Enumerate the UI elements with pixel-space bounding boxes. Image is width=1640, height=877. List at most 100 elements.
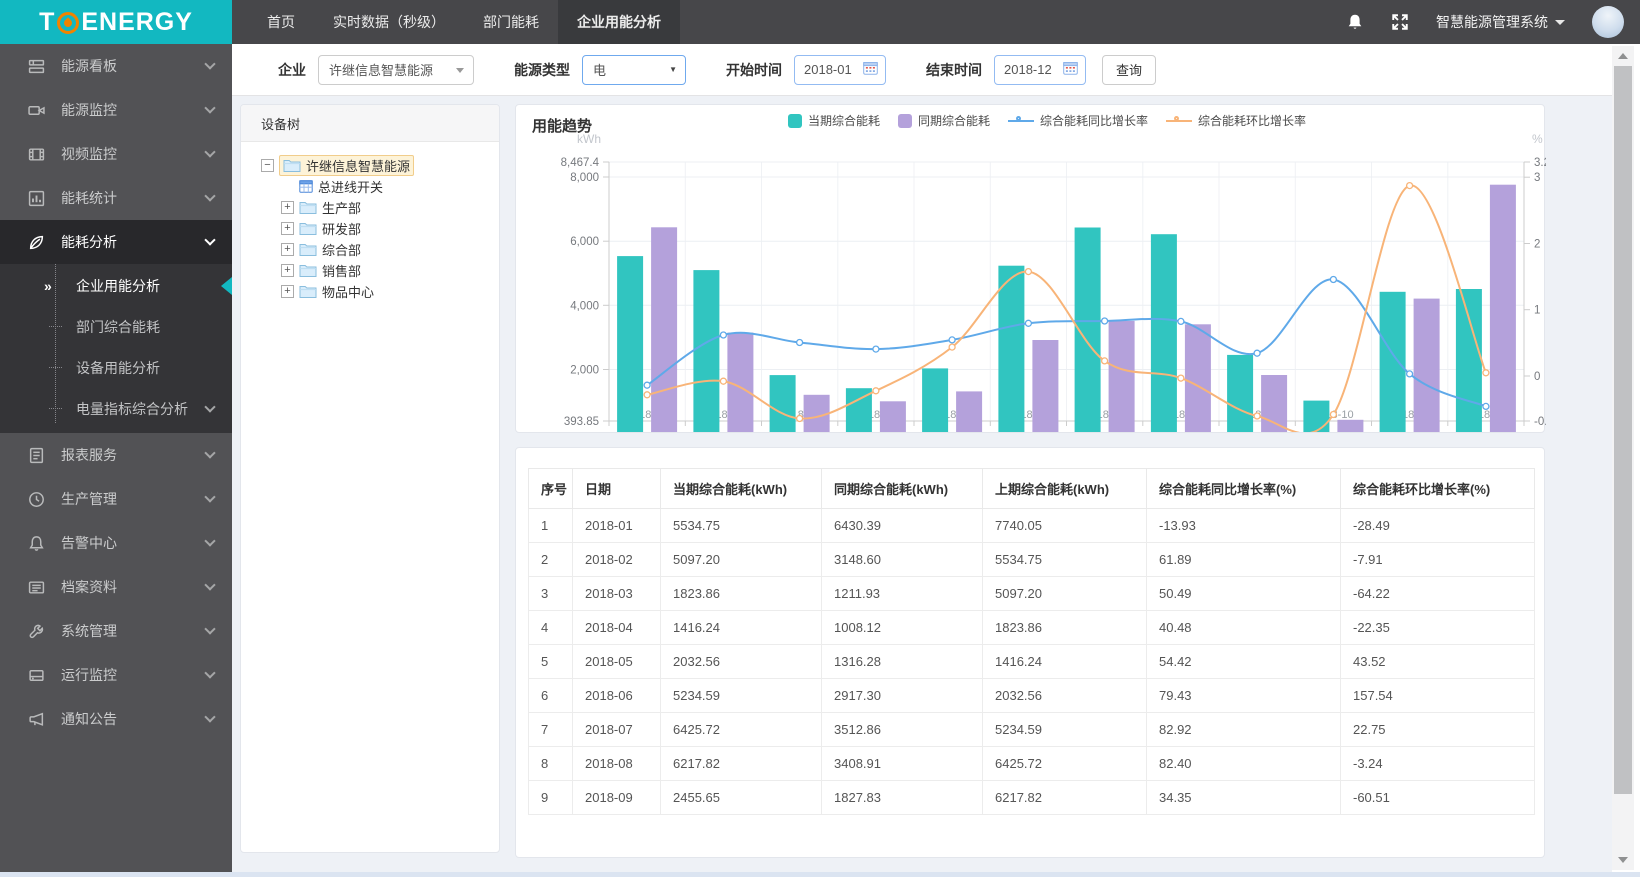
avatar[interactable] xyxy=(1592,6,1624,38)
tree-expand-icon[interactable]: + xyxy=(281,285,294,298)
sidebar-subitem[interactable]: 部门综合能耗 xyxy=(0,306,232,347)
brand-logo[interactable]: T ENERGY xyxy=(0,0,232,44)
fullscreen-icon[interactable] xyxy=(1391,13,1409,31)
sidebar-item[interactable]: 告警中心 xyxy=(0,521,232,565)
sidebar-subitem[interactable]: 电量指标综合分析 xyxy=(0,388,232,429)
table-cell: 1211.93 xyxy=(821,576,983,611)
table-row[interactable]: 5 2018-05 2032.56 1316.28 1416.24 54.42 43.52 xyxy=(528,644,1535,679)
sidebar-item[interactable]: 能源监控 xyxy=(0,88,232,132)
tree-node[interactable]: 总进线开关 xyxy=(261,176,491,197)
table-cell: 9 xyxy=(528,780,573,815)
sidebar-item[interactable]: 档案资料 xyxy=(0,565,232,609)
tree-expand-icon[interactable]: + xyxy=(281,264,294,277)
end-time-input[interactable]: 2018-12 xyxy=(994,54,1086,85)
legend-item[interactable]: 综合能耗环比增长率 xyxy=(1166,112,1306,129)
nav-tab[interactable]: 实时数据（秒级） xyxy=(314,0,464,44)
system-name-dropdown[interactable]: 智慧能源管理系统 xyxy=(1436,12,1565,32)
svg-text:kWh: kWh xyxy=(577,132,601,146)
table-cell: 1 xyxy=(528,508,573,543)
energy-type-select[interactable]: 电 ▼ xyxy=(582,54,686,85)
chevron-down-icon xyxy=(204,447,216,459)
tree-expand-icon[interactable]: + xyxy=(281,201,294,214)
sidebar-item[interactable]: 系统管理 xyxy=(0,609,232,653)
tree-node-label: 销售部 xyxy=(322,264,362,279)
table-row[interactable]: 9 2018-09 2455.65 1827.83 6217.82 34.35 -60.51 xyxy=(528,780,1535,815)
svg-text:2,000: 2,000 xyxy=(570,365,599,377)
table-cell: 6425.72 xyxy=(660,712,822,747)
scrollbar-thumb[interactable] xyxy=(1614,66,1632,794)
table-cell: 6 xyxy=(528,678,573,713)
sidebar-item-label: 报表服务 xyxy=(61,447,117,463)
table-row[interactable]: 1 2018-01 5534.75 6430.39 7740.05 -13.93 -28.4… xyxy=(528,508,1535,543)
tree-expand-icon[interactable]: + xyxy=(281,222,294,235)
tree-node[interactable]: + 生产部 xyxy=(261,197,491,218)
sidebar-subitem[interactable]: » 企业用能分析 xyxy=(0,265,232,306)
table-cell: 61.89 xyxy=(1146,542,1341,577)
scrollbar-down-arrow-icon[interactable] xyxy=(1618,857,1628,863)
table-row[interactable]: 6 2018-06 5234.59 2917.30 2032.56 79.43 157.54 xyxy=(528,678,1535,713)
nav-tab[interactable]: 首页 xyxy=(248,0,314,44)
sidebar-item[interactable]: 能源看板 xyxy=(0,44,232,88)
table-cell: 1416.24 xyxy=(982,644,1147,679)
sidebar-item[interactable]: 生产管理 xyxy=(0,477,232,521)
tree-node-selected[interactable]: 许继信息智慧能源 xyxy=(279,155,415,176)
device-icon xyxy=(299,180,313,193)
horizontal-scrollbar-track[interactable] xyxy=(0,872,1640,877)
table-cell: 2032.56 xyxy=(660,644,822,679)
table-cell: 8 xyxy=(528,746,573,781)
energy-table-panel: 序号 日期 当期综合能耗(kWh) 同期综合能耗(kWh) 上期综合能耗(kWh) 综合能… xyxy=(515,447,1545,858)
vertical-scrollbar[interactable] xyxy=(1612,46,1634,870)
tree-collapse-icon[interactable]: − xyxy=(261,159,274,172)
notification-bell-icon[interactable] xyxy=(1346,13,1364,31)
sidebar-item[interactable]: 运行监控 xyxy=(0,653,232,697)
table-column-header: 上期综合能耗(kWh) xyxy=(982,468,1147,509)
table-row[interactable]: 8 2018-08 6217.82 3408.91 6425.72 82.40 -3.24 xyxy=(528,746,1535,781)
tree-node[interactable]: + 研发部 xyxy=(261,218,491,239)
tree-node[interactable]: + 销售部 xyxy=(261,260,491,281)
table-cell: -13.93 xyxy=(1146,508,1341,543)
chevron-down-icon xyxy=(204,146,216,158)
filter-bar: 企业 许继信息智慧能源 能源类型 电 ▼ 开始时间 2018-01 结束时间 2… xyxy=(232,44,1612,96)
enterprise-select[interactable]: 许继信息智慧能源 xyxy=(318,54,474,85)
legend-item[interactable]: 综合能耗同比增长率 xyxy=(1008,112,1148,129)
table-cell: 2018-07 xyxy=(572,712,661,747)
device-tree: − 许继信息智慧能源 总进线开关 + 生产部 + 研发部 + 综合部 + 销售部 + 物品中心 xyxy=(241,142,499,302)
table-row[interactable]: 4 2018-04 1416.24 1008.12 1823.86 40.48 -22.35 xyxy=(528,610,1535,645)
table-row[interactable]: 2 2018-02 5097.20 3148.60 5534.75 61.89 -7.91 xyxy=(528,542,1535,577)
enterprise-select-value: 许继信息智慧能源 xyxy=(329,63,434,78)
svg-text:6,000: 6,000 xyxy=(570,236,599,248)
sidebar-item[interactable]: 通知公告 xyxy=(0,697,232,741)
legend-item[interactable]: 同期综合能耗 xyxy=(898,112,990,129)
table-cell: 82.40 xyxy=(1146,746,1341,781)
calendar-icon[interactable] xyxy=(863,61,878,78)
start-time-input[interactable]: 2018-01 xyxy=(794,54,886,85)
scrollbar-up-arrow-icon[interactable] xyxy=(1618,53,1628,59)
nav-tab[interactable]: 企业用能分析 xyxy=(558,0,680,44)
end-time-value: 2018-12 xyxy=(1004,62,1052,77)
server-icon xyxy=(28,667,45,684)
sidebar-item[interactable]: 视频监控 xyxy=(0,132,232,176)
sidebar-item[interactable]: 能耗分析 xyxy=(0,220,232,264)
table-cell: 82.92 xyxy=(1146,712,1341,747)
table-row[interactable]: 7 2018-07 6425.72 3512.86 5234.59 82.92 22.75 xyxy=(528,712,1535,747)
table-cell: 5234.59 xyxy=(982,712,1147,747)
table-cell: 2018-06 xyxy=(572,678,661,713)
nav-tab[interactable]: 部门能耗 xyxy=(464,0,558,44)
chevron-down-icon xyxy=(204,234,216,246)
tree-expand-icon[interactable]: + xyxy=(281,243,294,256)
tree-node-root[interactable]: − 许继信息智慧能源 xyxy=(261,155,491,176)
bell-icon xyxy=(28,535,45,552)
legend-item[interactable]: 当期综合能耗 xyxy=(788,112,880,129)
sidebar-subitem[interactable]: 设备用能分析 xyxy=(0,347,232,388)
table-cell: 3512.86 xyxy=(821,712,983,747)
table-cell: 1316.28 xyxy=(821,644,983,679)
query-button[interactable]: 查询 xyxy=(1102,54,1157,85)
sidebar-item[interactable]: 能耗统计 xyxy=(0,176,232,220)
tree-node[interactable]: + 综合部 xyxy=(261,239,491,260)
calendar-icon[interactable] xyxy=(1063,61,1078,78)
table-row[interactable]: 3 2018-03 1823.86 1211.93 5097.20 50.49 -64.22 xyxy=(528,576,1535,611)
table-column-header: 日期 xyxy=(572,468,661,509)
sidebar-item[interactable]: 报表服务 xyxy=(0,433,232,477)
table-cell: 54.42 xyxy=(1146,644,1341,679)
tree-node[interactable]: + 物品中心 xyxy=(261,281,491,302)
